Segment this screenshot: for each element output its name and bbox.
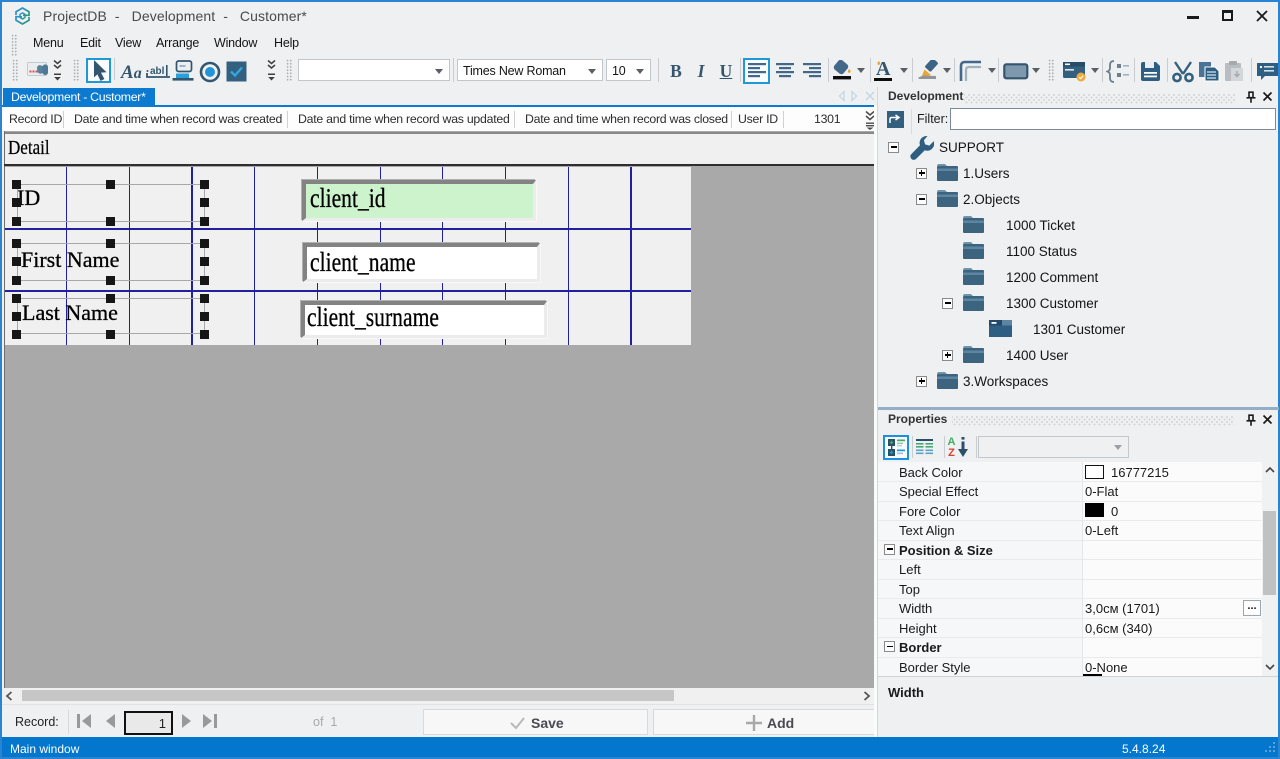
svg-text:abl: abl [150, 66, 165, 77]
